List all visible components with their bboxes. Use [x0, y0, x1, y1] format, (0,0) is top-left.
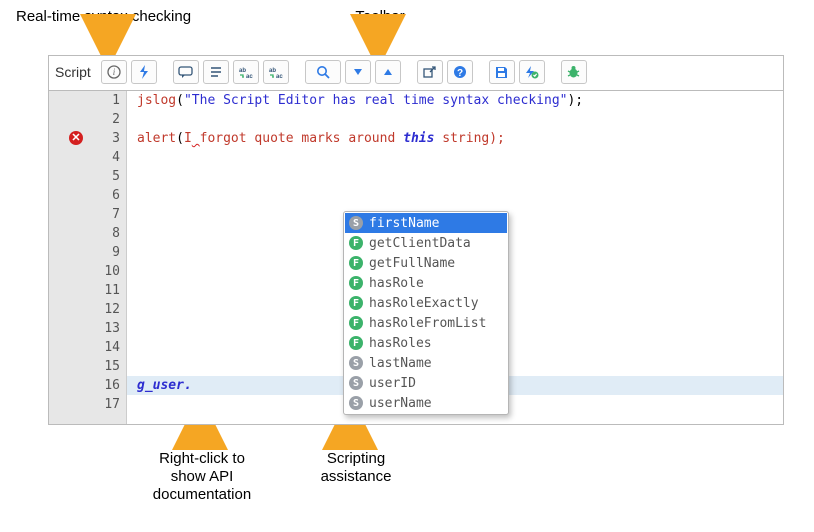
gutter-line-number: 13	[90, 319, 120, 338]
autocomplete-label: hasRoleFromList	[369, 316, 486, 331]
code-punct: (	[176, 93, 184, 108]
gutter-line-number: 11	[90, 281, 120, 300]
gutter-line-number: 16	[90, 376, 120, 395]
gutter-line-number: 5	[90, 167, 120, 186]
property-icon: S	[349, 376, 363, 390]
comment-button[interactable]	[173, 60, 199, 84]
annot-api-doc: Right-click to show API documentation	[132, 450, 272, 504]
autocomplete-item[interactable]: SuserID	[345, 373, 507, 393]
autocomplete-label: userID	[369, 376, 416, 391]
code-punct: );	[567, 93, 583, 108]
function-icon: F	[349, 236, 363, 250]
autocomplete-popup[interactable]: SfirstNameFgetClientDataFgetFullNameFhas…	[343, 211, 509, 415]
gutter-line-number: 14	[90, 338, 120, 357]
code-punct: (	[176, 131, 184, 146]
autocomplete-item[interactable]: SuserName	[345, 393, 507, 413]
autocomplete-label: firstName	[369, 216, 439, 231]
svg-text:?: ?	[457, 68, 463, 79]
svg-text:i: i	[113, 67, 116, 77]
autocomplete-label: hasRoles	[369, 336, 432, 351]
code-this: this	[403, 131, 434, 146]
gutter-line-number: 8	[90, 224, 120, 243]
autocomplete-label: userName	[369, 396, 432, 411]
autocomplete-item[interactable]: SlastName	[345, 353, 507, 373]
svg-text:ac: ac	[276, 74, 283, 79]
gutter-line-number: 12	[90, 300, 120, 319]
function-icon: F	[349, 336, 363, 350]
code-fn: alert	[137, 131, 176, 146]
popout-button[interactable]	[417, 60, 443, 84]
code-area[interactable]: 1234567891011121314151617✕ jslog("The Sc…	[49, 90, 783, 424]
property-icon: S	[349, 396, 363, 410]
code-text: string);	[434, 131, 504, 146]
validate-button[interactable]	[519, 60, 545, 84]
autocomplete-item[interactable]: FhasRoleExactly	[345, 293, 507, 313]
autocomplete-label: getClientData	[369, 236, 471, 251]
find-prev-button[interactable]	[375, 60, 401, 84]
format-button[interactable]	[203, 60, 229, 84]
autocomplete-item[interactable]: SfirstName	[345, 213, 507, 233]
search-button[interactable]	[305, 60, 341, 84]
code-squiggle	[192, 131, 200, 146]
gutter-line-number: 4	[90, 148, 120, 167]
property-icon: S	[349, 356, 363, 370]
annot-syntax-check: Real-time syntax checking	[16, 8, 206, 26]
function-icon: F	[349, 316, 363, 330]
code-fn: jslog	[137, 93, 176, 108]
autocomplete-item[interactable]: FhasRoles	[345, 333, 507, 353]
function-icon: F	[349, 256, 363, 270]
gutter-line-number: 15	[90, 357, 120, 376]
gutter-line-number: 6	[90, 186, 120, 205]
gutter-line-number: 1	[90, 91, 120, 110]
code-string: "The Script Editor has real time syntax …	[184, 93, 568, 108]
error-icon: ✕	[69, 131, 83, 145]
lightning-button[interactable]	[131, 60, 157, 84]
help-button[interactable]: ?	[447, 60, 473, 84]
autocomplete-item[interactable]: FhasRole	[345, 273, 507, 293]
annot-scripting: Scripting assistance	[296, 450, 416, 486]
code-active-text: g_user.	[137, 378, 192, 393]
svg-text:ac: ac	[246, 74, 253, 79]
autocomplete-item[interactable]: FhasRoleFromList	[345, 313, 507, 333]
find-next-button[interactable]	[345, 60, 371, 84]
gutter: 1234567891011121314151617✕	[49, 91, 127, 424]
code-text: forgot quote marks around	[200, 131, 404, 146]
function-icon: F	[349, 296, 363, 310]
autocomplete-label: getFullName	[369, 256, 455, 271]
property-icon: S	[349, 216, 363, 230]
autocomplete-item[interactable]: FgetClientData	[345, 233, 507, 253]
replace-button[interactable]: abac	[233, 60, 259, 84]
autocomplete-item[interactable]: FgetFullName	[345, 253, 507, 273]
gutter-line-number: 10	[90, 262, 120, 281]
gutter-line-number: 3	[90, 129, 120, 148]
annot-toolbar: Toolbar	[340, 8, 420, 26]
script-editor: Script i abac abac	[48, 55, 784, 425]
gutter-line-number: 2	[90, 110, 120, 129]
autocomplete-label: lastName	[369, 356, 432, 371]
editor-toolbar: Script i abac abac	[49, 56, 783, 88]
function-icon: F	[349, 276, 363, 290]
save-button[interactable]	[489, 60, 515, 84]
replace-all-button[interactable]: abac	[263, 60, 289, 84]
info-button[interactable]: i	[101, 60, 127, 84]
autocomplete-label: hasRole	[369, 276, 424, 291]
code-ident: I	[184, 131, 192, 146]
gutter-line-number: 9	[90, 243, 120, 262]
gutter-line-number: 17	[90, 395, 120, 414]
debug-button[interactable]	[561, 60, 587, 84]
gutter-line-number: 7	[90, 205, 120, 224]
autocomplete-label: hasRoleExactly	[369, 296, 479, 311]
field-label-script: Script	[55, 64, 91, 80]
